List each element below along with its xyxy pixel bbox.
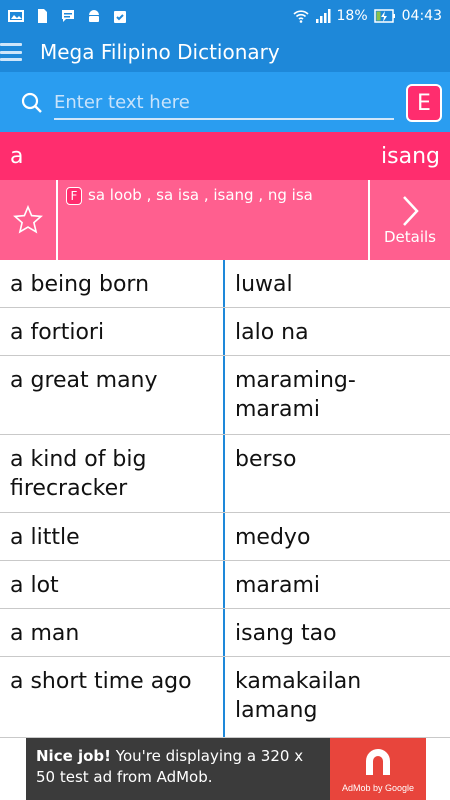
filipino-badge: F <box>66 187 82 205</box>
ad-by-text: AdMob by Google <box>341 783 415 793</box>
english-word: a lot <box>0 561 225 608</box>
filipino-word: luwal <box>235 272 293 297</box>
status-bar: 18% 04:43 <box>0 0 450 32</box>
meanings-list: sa loob , sa isa , isang , ng isa <box>88 186 313 204</box>
admob-icon <box>366 749 390 775</box>
star-icon <box>13 205 43 234</box>
details-label: Details <box>383 228 436 246</box>
android-icon <box>89 10 99 22</box>
sd-card-icon <box>38 9 47 23</box>
english-word: a kind of big firecracker <box>0 435 225 512</box>
result-header[interactable]: a isang <box>0 132 450 180</box>
list-item[interactable]: a man isang tao <box>0 609 450 657</box>
ad-text: Nice job! You're displaying a 320 x 50 t… <box>26 738 330 800</box>
language-toggle-button[interactable]: E <box>406 84 442 122</box>
details-button[interactable]: Details <box>368 180 450 260</box>
chat-notification-icon <box>62 10 74 22</box>
ad-headline: Nice job! <box>36 747 112 765</box>
english-word: a fortiori <box>0 308 225 355</box>
list-item[interactable]: a being born luwal <box>0 260 450 308</box>
filipino-word: kamakailan lamang <box>235 669 362 723</box>
list-item[interactable]: a fortiori lalo na <box>0 308 450 356</box>
favorite-button[interactable] <box>0 180 58 260</box>
english-word: a short time ago <box>0 657 225 737</box>
english-word: a little <box>0 513 225 560</box>
search-icon[interactable] <box>20 91 44 115</box>
result-word: a <box>10 143 24 169</box>
clipboard-check-icon <box>114 11 126 23</box>
meanings-text: F sa loob , sa isa , isang , ng isa <box>58 180 368 260</box>
filipino-word: marami <box>235 573 320 598</box>
list-item[interactable]: a short time ago kamakailan lamang <box>0 657 450 738</box>
admob-logo: AdMob by Google <box>330 738 426 800</box>
image-notification-icon <box>8 10 24 22</box>
filipino-word: isang tao <box>235 621 337 646</box>
word-list[interactable]: a being born luwal a fortiori lalo na a … <box>0 260 450 738</box>
battery-percent: 18% <box>336 8 368 24</box>
search-input[interactable] <box>54 86 394 120</box>
filipino-word: medyo <box>235 525 311 550</box>
wifi-icon <box>292 10 309 23</box>
ad-banner[interactable]: Nice job! You're displaying a 320 x 50 t… <box>26 738 426 800</box>
list-item[interactable]: a little medyo <box>0 513 450 561</box>
battery-charging-icon <box>373 9 395 23</box>
search-bar: E <box>0 72 450 132</box>
chevron-right-icon <box>403 196 419 226</box>
english-word: a man <box>0 609 225 656</box>
app-title: Mega Filipino Dictionary <box>40 40 280 64</box>
filipino-word: lalo na <box>235 320 309 345</box>
list-item[interactable]: a kind of big firecracker berso <box>0 435 450 513</box>
result-translation: isang <box>381 143 440 169</box>
result-detail: F sa loob , sa isa , isang , ng isa Deta… <box>0 180 450 260</box>
english-word: a great many <box>0 356 225 434</box>
clock: 04:43 <box>401 8 442 24</box>
list-item[interactable]: a great many maraming-marami <box>0 356 450 435</box>
list-item[interactable]: a lot marami <box>0 561 450 609</box>
english-word: a being born <box>0 260 225 307</box>
filipino-word: maraming-marami <box>235 368 356 422</box>
menu-icon[interactable] <box>0 41 24 63</box>
filipino-word: berso <box>235 447 297 472</box>
app-bar: Mega Filipino Dictionary <box>0 32 450 72</box>
signal-icon <box>315 9 331 23</box>
